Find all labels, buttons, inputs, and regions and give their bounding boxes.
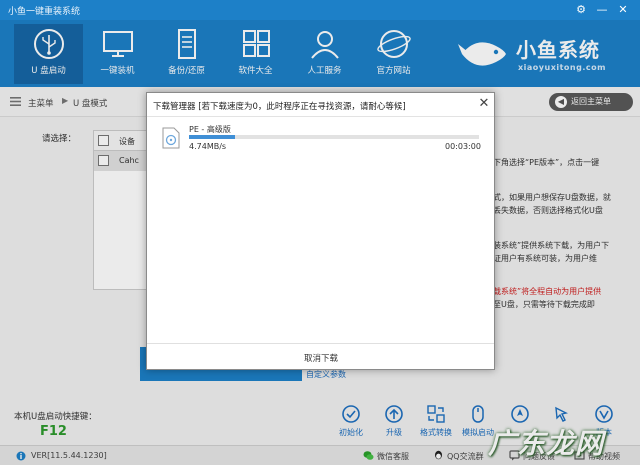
minimize-button[interactable]: — xyxy=(593,2,611,18)
window-title: 小鱼一键重装系统 xyxy=(8,7,81,17)
download-speed: 4.74MB/s xyxy=(189,142,227,151)
download-time: 00:03:00 xyxy=(445,142,481,151)
close-icon[interactable]: ✕ xyxy=(477,97,491,111)
disc-file-icon xyxy=(162,127,180,149)
download-name: PE - 高级版 xyxy=(189,125,231,134)
download-manager-dialog: 下载管理器 [若下载速度为0，此时程序正在寻找资源，请耐心等候] ✕ PE - … xyxy=(146,92,495,370)
title-bar[interactable]: 小鱼一键重装系统 ⚙ — ✕ xyxy=(0,0,640,20)
download-progress-bar xyxy=(189,135,479,139)
settings-icon[interactable]: ⚙ xyxy=(572,2,590,18)
download-progress-fill xyxy=(189,135,236,139)
download-item: PE - 高级版 4.74MB/s 00:03:00 xyxy=(155,121,488,153)
dialog-footer: 取消下载 xyxy=(147,343,494,369)
dialog-header[interactable]: 下载管理器 [若下载速度为0，此时程序正在寻找资源，请耐心等候] ✕ xyxy=(147,93,494,117)
dialog-title: 下载管理器 [若下载速度为0，此时程序正在寻找资源，请耐心等候] xyxy=(153,102,406,112)
cancel-download-button[interactable]: 取消下载 xyxy=(287,352,355,364)
close-window-button[interactable]: ✕ xyxy=(614,2,632,18)
